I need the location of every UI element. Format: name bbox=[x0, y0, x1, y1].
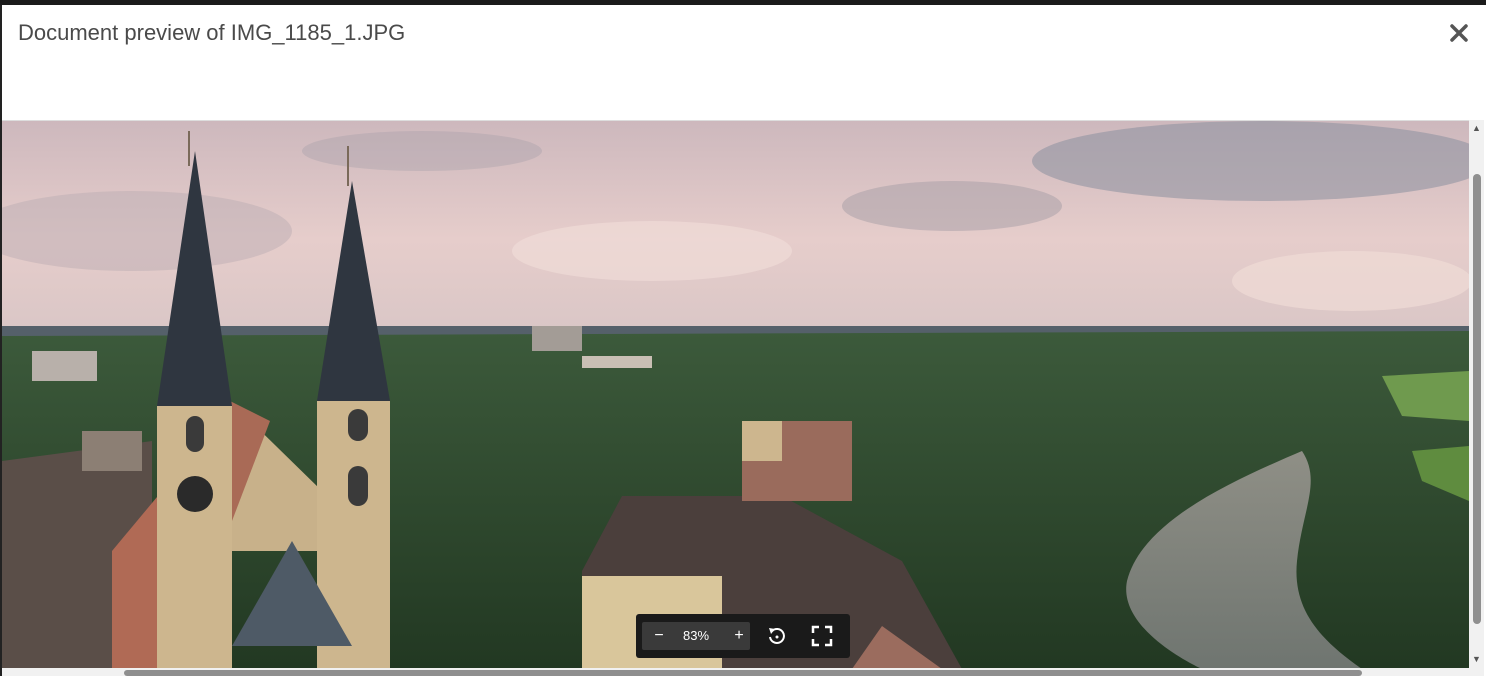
preview-image bbox=[2, 121, 1469, 668]
scroll-down-icon[interactable]: ▼ bbox=[1472, 655, 1481, 664]
dialog-title: Document preview of IMG_1185_1.JPG bbox=[18, 20, 406, 45]
close-icon[interactable] bbox=[1448, 22, 1470, 44]
fullscreen-icon[interactable] bbox=[811, 625, 833, 647]
zoom-level: 83% bbox=[682, 628, 710, 643]
dialog-header: Document preview of IMG_1185_1.JPG bbox=[2, 5, 1484, 120]
viewer-toolbar: − 83% + bbox=[636, 614, 850, 658]
horizontal-scroll-thumb[interactable] bbox=[124, 670, 1362, 676]
scroll-up-icon[interactable]: ▲ bbox=[1472, 124, 1481, 133]
image-viewer[interactable] bbox=[2, 120, 1469, 668]
vertical-scroll-thumb[interactable] bbox=[1473, 174, 1481, 624]
zoom-control: − 83% + bbox=[642, 622, 750, 650]
horizontal-scrollbar[interactable] bbox=[2, 668, 1484, 676]
zoom-out-button[interactable]: − bbox=[645, 622, 673, 650]
rotate-icon[interactable] bbox=[766, 625, 788, 647]
zoom-in-button[interactable]: + bbox=[725, 622, 753, 650]
vertical-scrollbar[interactable]: ▲ ▼ bbox=[1469, 120, 1484, 668]
